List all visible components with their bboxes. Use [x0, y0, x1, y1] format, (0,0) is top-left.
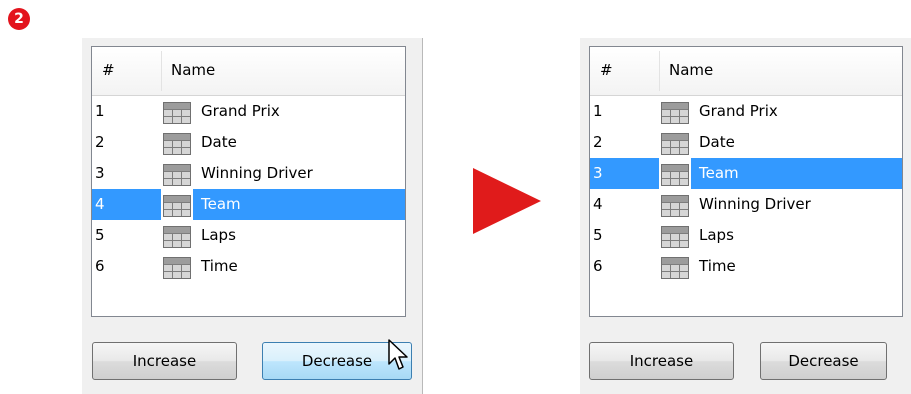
mouse-cursor-icon [387, 338, 411, 376]
row-number: 3 [95, 164, 105, 182]
list-item[interactable]: 4 Winning Driver [590, 189, 903, 220]
list-item[interactable]: 3 Winning Driver [92, 158, 405, 189]
row-name: Date [699, 133, 735, 151]
row-number: 1 [95, 102, 105, 120]
column-header-number[interactable]: # [102, 61, 115, 79]
list-item-selected[interactable]: 4 Team [92, 189, 405, 220]
after-panel: # Name 1 Grand Prix 2 Date 3 Team 4 Winn… [580, 38, 911, 394]
row-number: 4 [593, 195, 603, 213]
column-separator[interactable] [161, 51, 162, 91]
table-icon [163, 164, 191, 186]
table-icon [163, 257, 191, 279]
arrow-right-icon [473, 168, 541, 234]
table-icon [661, 257, 689, 279]
row-number: 6 [95, 257, 105, 275]
row-name: Laps [201, 226, 236, 244]
list-item[interactable]: 2 Date [92, 127, 405, 158]
table-icon [661, 102, 689, 124]
list-item[interactable]: 5 Laps [92, 220, 405, 251]
table-icon [163, 102, 191, 124]
list-item[interactable]: 6 Time [590, 251, 903, 282]
row-name: Grand Prix [699, 102, 778, 120]
row-number: 4 [95, 195, 105, 213]
column-header-name[interactable]: Name [669, 61, 713, 79]
list-item[interactable]: 5 Laps [590, 220, 903, 251]
row-name: Team [699, 164, 739, 182]
row-name: Winning Driver [699, 195, 811, 213]
row-number: 6 [593, 257, 603, 275]
table-icon [661, 133, 689, 155]
list-item[interactable]: 1 Grand Prix [590, 96, 903, 127]
list-header: # Name [590, 47, 902, 96]
row-name: Date [201, 133, 237, 151]
row-name: Time [699, 257, 736, 275]
table-icon [163, 195, 191, 217]
row-number: 1 [593, 102, 603, 120]
increase-button[interactable]: Increase [92, 342, 237, 380]
after-list[interactable]: # Name 1 Grand Prix 2 Date 3 Team 4 Winn… [589, 46, 903, 317]
step-number-badge: 2 [8, 8, 30, 30]
decrease-button[interactable]: Decrease [760, 342, 887, 380]
row-number: 2 [593, 133, 603, 151]
column-header-name[interactable]: Name [171, 61, 215, 79]
row-name: Team [201, 195, 241, 213]
row-number: 2 [95, 133, 105, 151]
column-header-number[interactable]: # [600, 61, 613, 79]
column-separator[interactable] [659, 51, 660, 91]
increase-button[interactable]: Increase [589, 342, 734, 380]
table-icon [163, 133, 191, 155]
row-number: 5 [593, 226, 603, 244]
before-panel: # Name 1 Grand Prix 2 Date 3 Winning Dri… [82, 38, 423, 394]
table-icon [661, 226, 689, 248]
list-item[interactable]: 1 Grand Prix [92, 96, 405, 127]
row-name: Winning Driver [201, 164, 313, 182]
before-list[interactable]: # Name 1 Grand Prix 2 Date 3 Winning Dri… [91, 46, 406, 317]
row-name: Grand Prix [201, 102, 280, 120]
row-number: 3 [593, 164, 603, 182]
table-icon [661, 164, 689, 186]
list-item-selected[interactable]: 3 Team [590, 158, 903, 189]
table-icon [661, 195, 689, 217]
table-icon [163, 226, 191, 248]
list-item[interactable]: 6 Time [92, 251, 405, 282]
list-item[interactable]: 2 Date [590, 127, 903, 158]
list-header: # Name [92, 47, 405, 96]
row-name: Laps [699, 226, 734, 244]
row-name: Time [201, 257, 238, 275]
row-number: 5 [95, 226, 105, 244]
